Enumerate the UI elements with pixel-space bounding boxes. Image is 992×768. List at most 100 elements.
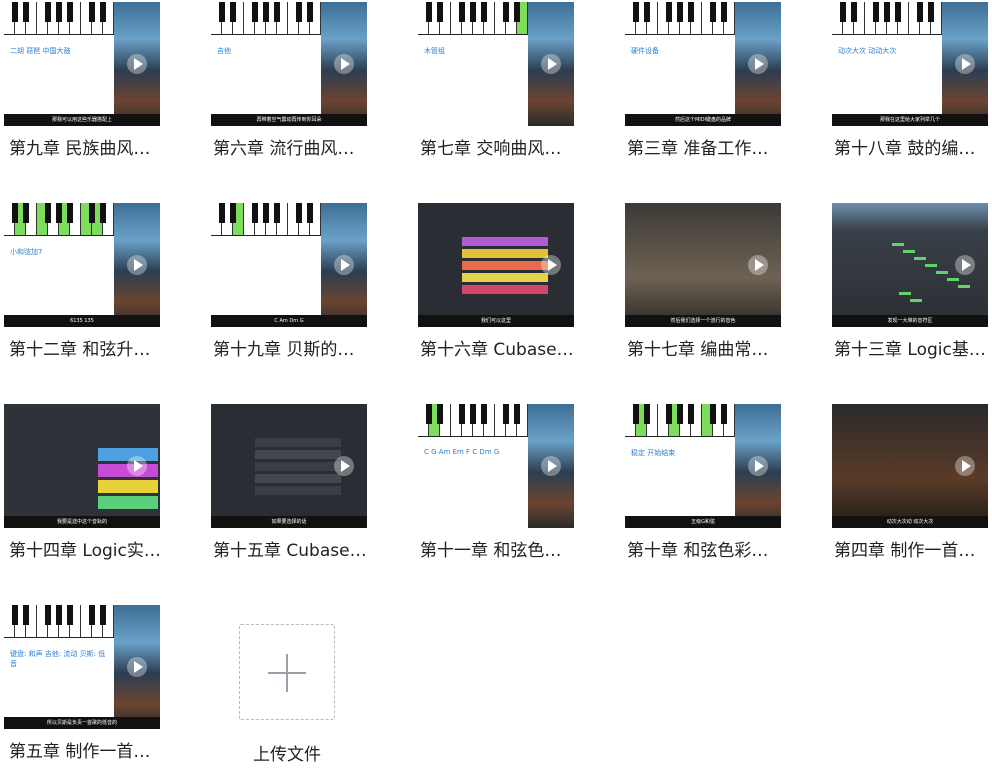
slide-text: 键盘: 和声 吉他: 流动 贝斯: 低音: [10, 650, 106, 668]
video-subtitle: 所以贝斯是负责一首歌的低音的: [4, 717, 160, 729]
video-thumbnail[interactable]: 发现一大堆的音符区: [832, 203, 988, 327]
play-icon: [127, 657, 147, 677]
video-thumbnail[interactable]: 如果要选择的话: [211, 404, 367, 528]
file-name[interactable]: 第十九章 贝斯的…: [213, 335, 383, 360]
file-name[interactable]: 第十六章 Cubase…: [420, 335, 590, 360]
piano-black-key: [688, 404, 694, 424]
video-thumbnail[interactable]: 二胡 琵琶 中国大鼓 那我可以用这些乐器搭配上: [4, 2, 160, 126]
video-thumbnail[interactable]: C Am Dm G: [211, 203, 367, 327]
slide-content: 木管组: [418, 36, 528, 114]
file-name[interactable]: 第十五章 Cubase…: [213, 536, 383, 561]
piano-black-key: [514, 404, 520, 424]
piano-keyboard: [4, 605, 114, 638]
piano-keyboard: [4, 2, 114, 35]
video-thumbnail[interactable]: 小和弦加7 6135 135: [4, 203, 160, 327]
piano-black-key: [481, 2, 487, 22]
piano-black-key: [263, 203, 269, 223]
file-name[interactable]: 第十四章 Logic实…: [9, 536, 179, 561]
slide-content: 吉他: [211, 36, 321, 114]
play-icon: [955, 255, 975, 275]
piano-black-key: [100, 605, 106, 625]
track-lane: [255, 438, 341, 447]
piano-black-key: [426, 404, 432, 424]
piano-black-key: [677, 2, 683, 22]
piano-black-key: [917, 2, 923, 22]
video-subtitle: C Am Dm G: [211, 315, 367, 327]
piano-black-key: [274, 203, 280, 223]
piano-black-key: [928, 2, 934, 22]
piano-black-key: [677, 404, 683, 424]
video-thumbnail[interactable]: 我要是选中这个音轨的: [4, 404, 160, 528]
file-name[interactable]: 第四章 制作一首…: [834, 536, 992, 561]
piano-black-key: [644, 2, 650, 22]
file-name[interactable]: 第六章 流行曲风…: [213, 134, 383, 159]
video-thumbnail[interactable]: 动次大次 动动大次 那我在这里给大家列举几个: [832, 2, 988, 126]
video-thumbnail[interactable]: C G Am Em F C Dm G: [418, 404, 574, 528]
piano-keyboard: [418, 2, 528, 35]
midi-note: [903, 250, 915, 253]
piano-black-key: [710, 2, 716, 22]
piano-black-key: [437, 404, 443, 424]
piano-black-key: [274, 2, 280, 22]
file-name[interactable]: 第十三章 Logic基…: [834, 335, 992, 360]
piano-black-key: [721, 404, 727, 424]
file-name[interactable]: 第三章 准备工作…: [627, 134, 797, 159]
file-name[interactable]: 第十八章 鼓的编…: [834, 134, 992, 159]
video-thumbnail[interactable]: 动次大次动 动次大次: [832, 404, 988, 528]
video-thumbnail[interactable]: 木管组: [418, 2, 574, 126]
piano-black-key: [67, 203, 73, 223]
video-subtitle: 那我可以用这些乐器搭配上: [4, 114, 160, 126]
plus-icon-vertical: [286, 654, 288, 692]
play-icon: [748, 456, 768, 476]
file-name[interactable]: 第九章 民族曲风…: [9, 134, 179, 159]
video-thumbnail[interactable]: 我们可以这里: [418, 203, 574, 327]
piano-black-key: [252, 2, 258, 22]
file-name[interactable]: 第十章 和弦色彩…: [627, 536, 797, 561]
file-name[interactable]: 第十一章 和弦色…: [420, 536, 590, 561]
midi-note: [892, 243, 904, 246]
piano-black-key: [45, 2, 51, 22]
slide-content: 键盘: 和声 吉他: 流动 贝斯: 低音: [4, 639, 114, 717]
piano-black-key: [45, 203, 51, 223]
piano-black-key: [12, 605, 18, 625]
play-icon: [334, 456, 354, 476]
video-thumbnail[interactable]: 硬件设备然后这个MIDI键盘的品牌: [625, 2, 781, 126]
slide-text: C G Am Em F C Dm G: [424, 448, 500, 456]
piano-black-key: [23, 2, 29, 22]
piano-black-key: [666, 404, 672, 424]
file-name[interactable]: 第十七章 编曲常…: [627, 335, 797, 360]
midi-note: [947, 278, 959, 281]
video-thumbnail[interactable]: 键盘: 和声 吉他: 流动 贝斯: 低音所以贝斯是负责一首歌的低音的: [4, 605, 160, 729]
video-thumbnail[interactable]: 然后我们选择一个流行的音色: [625, 203, 781, 327]
track-lane: [255, 474, 341, 483]
track-lane: [255, 450, 341, 459]
piano-black-key: [895, 2, 901, 22]
track-lane: [98, 480, 158, 493]
video-subtitle: 6135 135: [4, 315, 160, 327]
piano-black-key: [481, 404, 487, 424]
upload-file-button[interactable]: [239, 624, 335, 720]
upload-file-label[interactable]: 上传文件: [253, 740, 321, 765]
piano-black-key: [710, 404, 716, 424]
file-name[interactable]: 第五章 制作一首…: [9, 737, 179, 762]
midi-note: [899, 292, 911, 295]
play-icon: [334, 54, 354, 74]
video-thumbnail[interactable]: 吉他 再带着空气震动再传到你耳朵: [211, 2, 367, 126]
video-thumbnail[interactable]: 稳定 开始结束 五级G和弦: [625, 404, 781, 528]
slide-text: 稳定 开始结束: [631, 449, 676, 457]
piano-black-key: [459, 404, 465, 424]
file-name[interactable]: 第十二章 和弦升…: [9, 335, 179, 360]
midi-note: [936, 271, 948, 274]
track-lane: [462, 237, 548, 246]
slide-content: [211, 237, 321, 315]
piano-black-key: [56, 203, 62, 223]
video-subtitle: 动次大次动 动次大次: [832, 516, 988, 528]
piano-black-key: [296, 2, 302, 22]
video-subtitle: 我要是选中这个音轨的: [4, 516, 160, 528]
slide-text: 硬件设备: [631, 47, 659, 55]
piano-black-key: [470, 2, 476, 22]
slide-text: 小和弦加7: [10, 248, 43, 256]
file-name[interactable]: 第七章 交响曲风…: [420, 134, 590, 159]
piano-black-key: [307, 2, 313, 22]
video-subtitle: 然后这个MIDI键盘的品牌: [625, 114, 781, 126]
